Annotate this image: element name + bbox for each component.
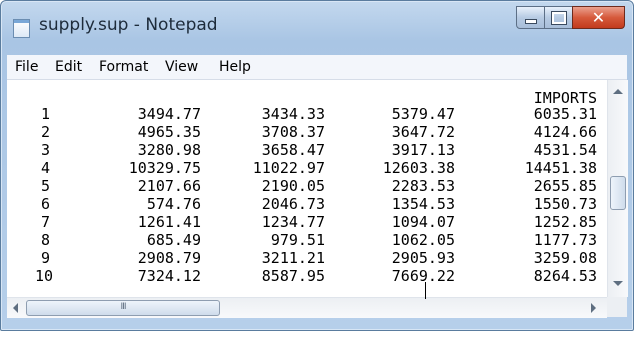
row-value: 4531.54 [533, 141, 597, 159]
row-value: 1234.77 [261, 213, 325, 231]
scroll-up-icon[interactable] [613, 89, 623, 94]
window-title: supply.sup - Notepad [39, 15, 218, 35]
close-button[interactable]: ✕ [572, 6, 625, 29]
row-index: 7 [41, 213, 51, 231]
row-value: 3647.72 [391, 123, 455, 141]
row-value: 1177.73 [533, 231, 597, 249]
menu-format[interactable]: Format [99, 59, 148, 75]
row-value: 7669.22 [391, 267, 455, 285]
table-row: 10 7324.12 8587.95 7669.22 8264.53 [7, 267, 607, 285]
row-value: 7324.12 [137, 267, 201, 285]
table-row: 8 685.49 979.51 1062.05 1177.73 [7, 231, 607, 249]
minimize-icon [524, 19, 537, 24]
row-value: 3280.98 [137, 141, 201, 159]
table-row: 2 4965.35 3708.37 3647.72 4124.66 [7, 123, 607, 141]
vertical-scrollbar[interactable] [607, 80, 628, 297]
row-value: 2908.79 [137, 249, 201, 267]
horizontal-scrollbar[interactable]: III [7, 297, 607, 318]
row-value: 3494.77 [137, 105, 201, 123]
row-value: 3658.47 [261, 141, 325, 159]
row-value: 574.76 [146, 195, 201, 213]
row-value: 1094.07 [391, 213, 455, 231]
row-value: 685.49 [146, 231, 201, 249]
row-value: 1062.05 [391, 231, 455, 249]
row-index: 9 [41, 249, 51, 267]
row-value: 6035.31 [533, 105, 597, 123]
row-value: 14451.38 [524, 159, 597, 177]
row-index: 5 [41, 177, 51, 195]
table-row: 4 10329.75 11022.97 12603.38 14451.38 [7, 159, 607, 177]
row-index: 4 [41, 159, 51, 177]
menu-view[interactable]: View [165, 59, 198, 75]
row-value: 3211.21 [261, 249, 325, 267]
scroll-left-icon[interactable] [13, 303, 18, 313]
row-value: 2655.85 [533, 177, 597, 195]
row-value: 2107.66 [137, 177, 201, 195]
row-value: 1252.85 [533, 213, 597, 231]
row-value: 2905.93 [391, 249, 455, 267]
table-row: 6 574.76 2046.73 1354.53 1550.73 [7, 195, 607, 213]
row-value: 979.51 [270, 231, 325, 249]
menu-bar: File Edit Format View Help [7, 55, 627, 80]
text-caret [425, 282, 426, 299]
notepad-window: supply.sup - Notepad ✕ File Edit Format … [0, 0, 634, 331]
row-value: 2283.53 [391, 177, 455, 195]
row-value: 1550.73 [533, 195, 597, 213]
window-frame-bottom [1, 317, 633, 330]
title-bar[interactable]: supply.sup - Notepad ✕ [1, 1, 633, 55]
maximize-icon [550, 10, 567, 25]
row-index: 10 [35, 267, 54, 285]
row-value: 12603.38 [382, 159, 455, 177]
vertical-scroll-thumb[interactable] [610, 176, 626, 210]
row-value: 4124.66 [533, 123, 597, 141]
row-value: 10329.75 [128, 159, 201, 177]
close-icon: ✕ [591, 7, 606, 27]
row-value: 11022.97 [252, 159, 325, 177]
row-value: 3434.33 [261, 105, 325, 123]
row-value: 5379.47 [391, 105, 455, 123]
menu-edit[interactable]: Edit [55, 59, 82, 75]
menu-file[interactable]: File [15, 59, 38, 75]
maximize-button[interactable] [544, 6, 573, 29]
table-row: 5 2107.66 2190.05 2283.53 2655.85 [7, 177, 607, 195]
horizontal-scroll-thumb[interactable]: III [26, 300, 220, 316]
row-value: 2190.05 [261, 177, 325, 195]
row-index: 2 [41, 123, 51, 141]
text-editor[interactable]: IMPORTS 1 3494.77 3434.33 5379.47 6035.31 2 49… [7, 80, 607, 297]
row-index: 6 [41, 195, 51, 213]
row-value: 3917.13 [391, 141, 455, 159]
row-value: 8264.53 [533, 267, 597, 285]
table-row: 7 1261.41 1234.77 1094.07 1252.85 [7, 213, 607, 231]
row-index: 3 [41, 141, 51, 159]
row-value: 1261.41 [137, 213, 201, 231]
scroll-right-icon[interactable] [591, 303, 596, 313]
scroll-down-icon[interactable] [613, 281, 623, 286]
row-value: 2046.73 [261, 195, 325, 213]
minimize-button[interactable] [516, 6, 545, 29]
table-row: 3 3280.98 3658.47 3917.13 4531.54 [7, 141, 607, 159]
row-value: 3259.08 [533, 249, 597, 267]
notepad-icon[interactable] [13, 19, 30, 38]
table-row: 1 3494.77 3434.33 5379.47 6035.31 [7, 105, 607, 123]
size-grip [607, 297, 627, 317]
row-value: 8587.95 [261, 267, 325, 285]
row-value: 1354.53 [391, 195, 455, 213]
menu-help[interactable]: Help [219, 59, 251, 75]
row-index: 1 [41, 105, 51, 123]
row-index: 8 [41, 231, 51, 249]
row-value: 3708.37 [261, 123, 325, 141]
row-value: 4965.35 [137, 123, 201, 141]
table-row: 9 2908.79 3211.21 2905.93 3259.08 [7, 249, 607, 267]
